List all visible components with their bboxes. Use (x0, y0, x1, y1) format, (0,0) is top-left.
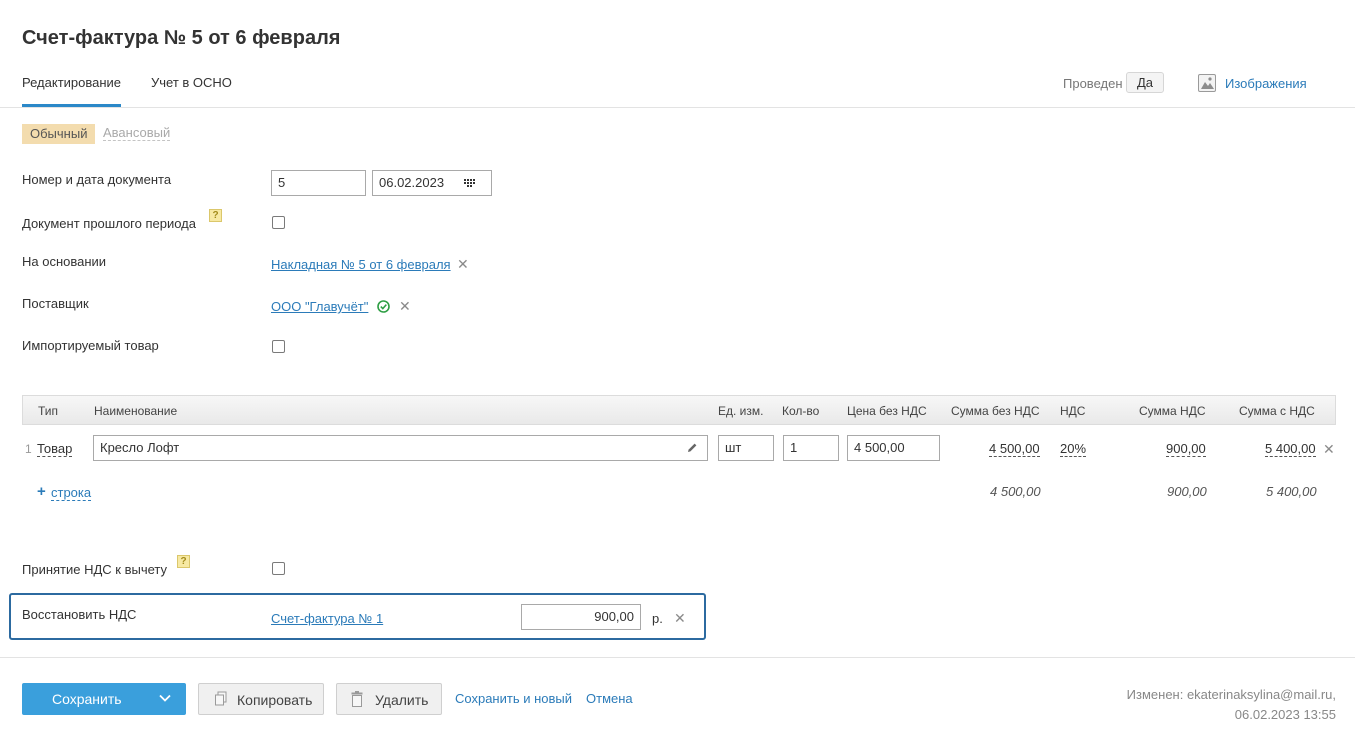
changed-by: Изменен: ekaterinaksylina@mail.ru, (1126, 687, 1336, 702)
verified-check-icon (377, 300, 390, 313)
col-price: Цена без НДС (847, 404, 927, 418)
save-and-new-link[interactable]: Сохранить и новый (455, 691, 572, 706)
doc-date-value: 06.02.2023 (379, 175, 445, 190)
kind-advance-tab[interactable]: Авансовый (103, 126, 171, 141)
remove-restore-vat-icon[interactable]: ✕ (674, 611, 686, 625)
changed-date: 06.02.2023 13:55 (1234, 707, 1336, 722)
col-sum-no-vat: Сумма без НДС (951, 404, 1040, 418)
basis-link[interactable]: Накладная № 5 от 6 февраля (271, 257, 451, 272)
restore-vat-amount-input[interactable]: 900,00 (521, 604, 641, 630)
chevron-down-icon[interactable] (159, 694, 171, 702)
doc-number-input[interactable]: 5 (271, 170, 366, 196)
help-icon[interactable]: ? (209, 209, 222, 222)
tab-editing[interactable]: Редактирование (22, 75, 121, 90)
copy-icon (214, 691, 228, 707)
row-vat-sum[interactable]: 900,00 (1166, 441, 1206, 457)
images-link[interactable]: Изображения (1225, 76, 1307, 91)
col-type: Тип (38, 404, 59, 418)
total-sum-no-vat: 4 500,00 (990, 484, 1041, 499)
prev-period-label: Документ прошлого периода (22, 216, 196, 231)
total-vat-sum: 900,00 (1167, 484, 1207, 499)
vat-deduction-checkbox[interactable] (272, 562, 285, 575)
copy-button[interactable]: Копировать (198, 683, 324, 715)
restore-vat-label: Восстановить НДС (22, 607, 137, 622)
row-type[interactable]: Товар (37, 441, 73, 457)
remove-basis-icon[interactable]: ✕ (457, 257, 469, 271)
imported-label: Импортируемый товар (22, 338, 159, 353)
row-unit-input[interactable]: шт (718, 435, 774, 461)
remove-row-icon[interactable]: ✕ (1323, 442, 1335, 456)
posted-toggle[interactable]: Да (1126, 72, 1164, 93)
row-price-input[interactable]: 4 500,00 (847, 435, 940, 461)
col-vat-rate: НДС (1060, 404, 1086, 418)
footer-divider (0, 657, 1355, 658)
tab-osno-accounting[interactable]: Учет в ОСНО (151, 75, 232, 90)
total-sum-with-vat: 5 400,00 (1266, 484, 1317, 499)
calendar-icon[interactable] (464, 178, 475, 187)
row-vat-rate[interactable]: 20% (1060, 441, 1087, 457)
cancel-link[interactable]: Отмена (586, 691, 633, 706)
imported-checkbox[interactable] (272, 340, 285, 353)
image-icon[interactable] (1198, 74, 1216, 92)
add-row-plus-icon[interactable]: + (37, 483, 46, 500)
vat-deduction-label: Принятие НДС к вычету (22, 562, 168, 577)
col-unit: Ед. изм. (718, 404, 764, 418)
save-button[interactable]: Сохранить (22, 683, 186, 715)
basis-label: На основании (22, 254, 107, 269)
add-row-link[interactable]: строка (51, 486, 92, 501)
row-name-value: Кресло Лофт (100, 440, 180, 455)
restore-vat-invoice-link[interactable]: Счет-фактура № 1 (271, 611, 383, 626)
row-sum-with-vat[interactable]: 5 400,00 (1265, 441, 1316, 457)
copy-button-label: Копировать (237, 692, 313, 708)
edit-pencil-icon[interactable] (687, 442, 698, 453)
posted-label: Проведен (1063, 76, 1123, 91)
save-button-label: Сохранить (52, 691, 122, 707)
prev-period-checkbox[interactable] (272, 216, 285, 229)
row-sum-no-vat[interactable]: 4 500,00 (989, 441, 1040, 457)
row-qty-input[interactable]: 1 (783, 435, 839, 461)
page-title: Счет-фактура № 5 от 6 февраля (22, 27, 341, 49)
col-name: Наименование (94, 404, 178, 418)
col-sum-with-vat: Сумма с НДС (1239, 404, 1315, 418)
delete-button-label: Удалить (375, 692, 429, 708)
trash-icon (351, 691, 363, 707)
row-name-input[interactable]: Кресло Лофт (93, 435, 708, 461)
changed-info: Изменен: ekaterinaksylina@mail.ru, 06.02… (1127, 685, 1336, 725)
doc-date-input[interactable]: 06.02.2023 (372, 170, 492, 196)
col-vat-sum: Сумма НДС (1139, 404, 1206, 418)
remove-supplier-icon[interactable]: ✕ (399, 299, 411, 313)
row-number: 1 (25, 442, 32, 456)
supplier-label: Поставщик (22, 296, 89, 311)
delete-button[interactable]: Удалить (336, 683, 442, 715)
help-icon[interactable]: ? (177, 555, 190, 568)
col-qty: Кол-во (782, 404, 820, 418)
kind-regular-tab[interactable]: Обычный (22, 124, 96, 144)
supplier-link[interactable]: ООО "Главучёт" (271, 299, 368, 314)
currency-label: р. (652, 611, 663, 626)
doc-number-label: Номер и дата документа (22, 172, 172, 187)
header-divider (0, 107, 1355, 108)
